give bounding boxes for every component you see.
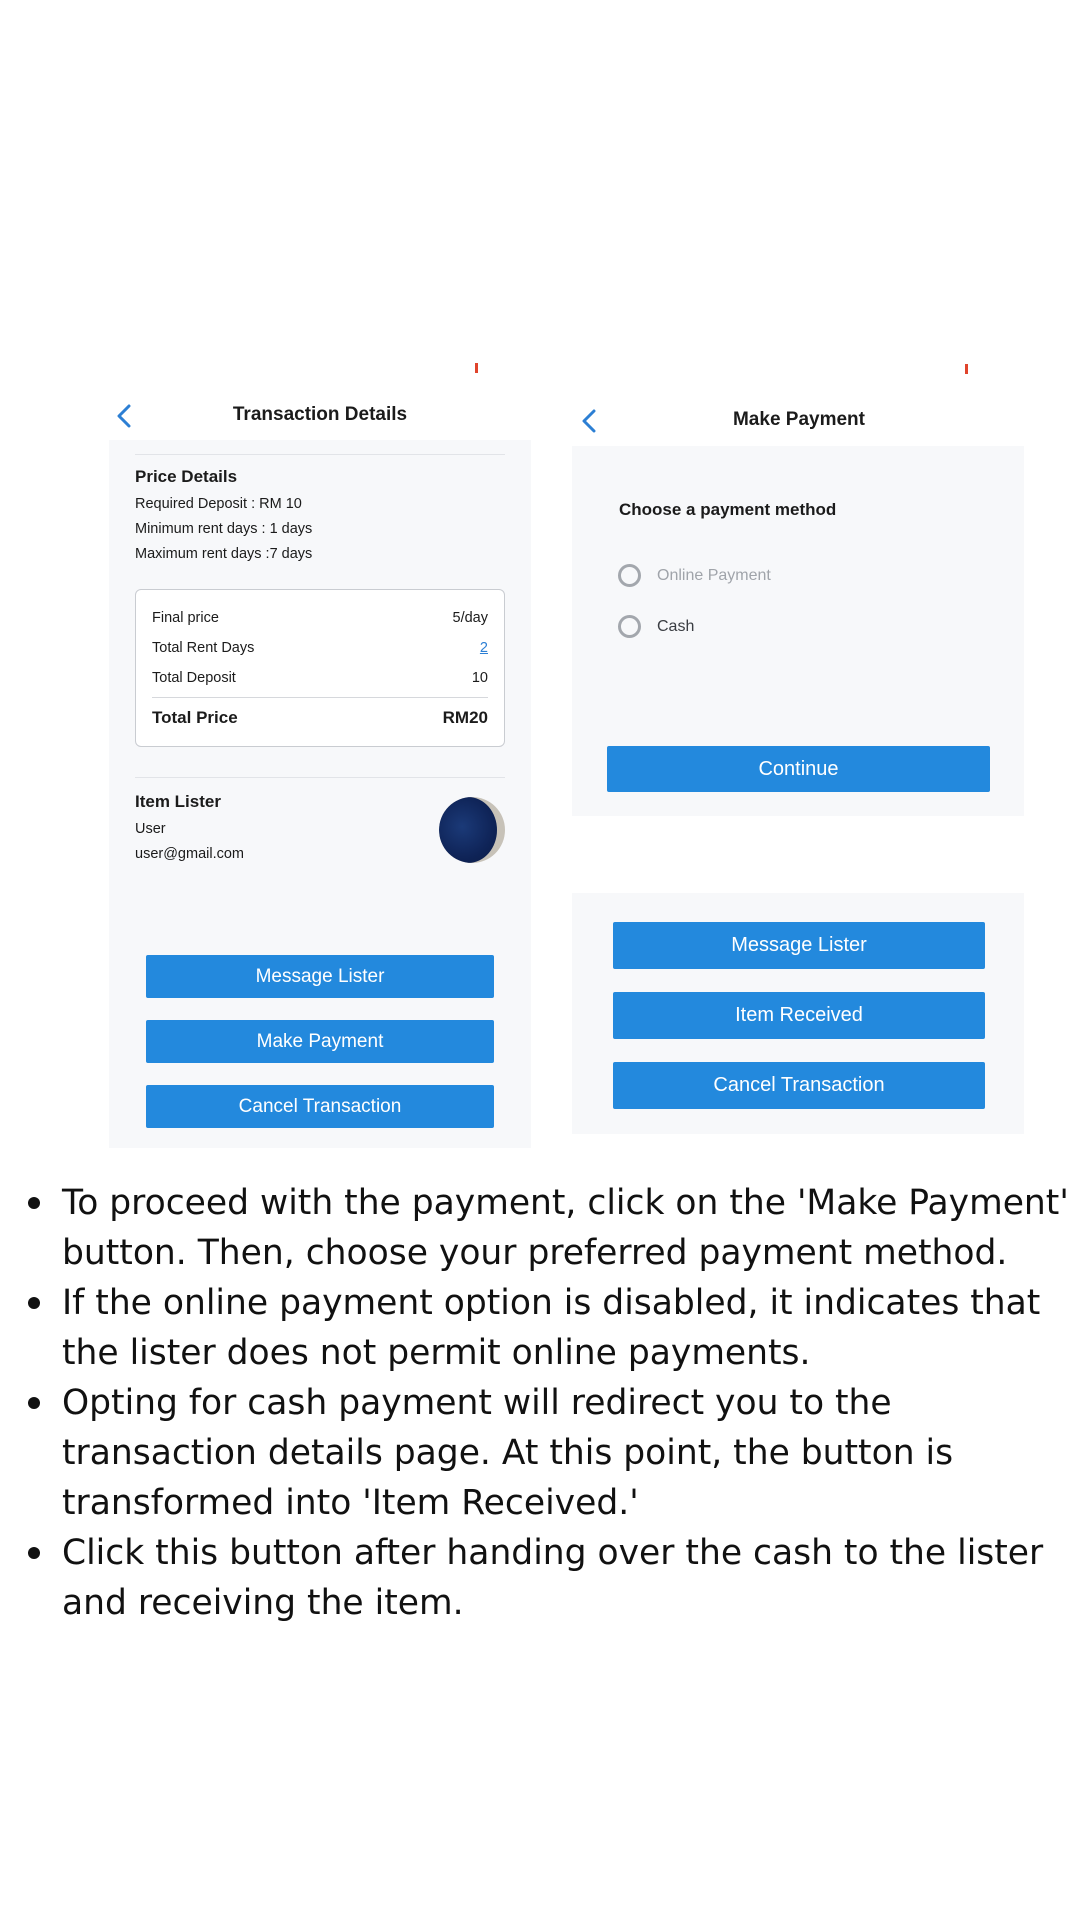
lister-email: user@gmail.com	[135, 846, 244, 862]
avatar-image	[439, 797, 497, 863]
chevron-left-icon	[117, 404, 131, 428]
online-payment-option[interactable]: Online Payment	[618, 564, 771, 587]
bullet-icon	[28, 1397, 40, 1409]
required-deposit-text: Required Deposit : RM 10	[135, 496, 302, 512]
item-received-button[interactable]: Item Received	[613, 992, 985, 1039]
price-details-heading: Price Details	[135, 467, 238, 486]
total-deposit-value: 10	[471, 670, 488, 686]
cancel-transaction-button[interactable]: Cancel Transaction	[146, 1085, 494, 1128]
total-deposit-row: Total Deposit 10	[152, 670, 488, 686]
online-payment-label: Online Payment	[657, 566, 771, 584]
continue-button[interactable]: Continue	[607, 746, 990, 792]
total-price-value: RM20	[442, 708, 488, 727]
instruction-item: If the online payment option is disabled…	[28, 1278, 1078, 1378]
total-rent-days-label: Total Rent Days	[152, 640, 255, 656]
top-divider	[135, 454, 505, 455]
page-title: Transaction Details	[232, 404, 408, 425]
status-indicator-right	[965, 364, 968, 374]
price-box-divider	[152, 697, 488, 698]
radio-unchecked-icon[interactable]	[618, 564, 641, 587]
instructions-list: To proceed with the payment, click on th…	[28, 1178, 1078, 1628]
instruction-text: Click this button after handing over the…	[62, 1533, 1044, 1623]
status-indicator-left	[475, 363, 478, 373]
total-price-row: Total Price RM20	[152, 708, 488, 728]
item-lister-heading: Item Lister	[135, 792, 221, 811]
chevron-left-icon	[582, 409, 596, 433]
instruction-text: Opting for cash payment will redirect yo…	[62, 1383, 954, 1523]
cash-label: Cash	[657, 617, 695, 635]
page-title: Make Payment	[732, 409, 865, 430]
bullet-icon	[28, 1547, 40, 1559]
price-summary-box: Final price 5/day Total Rent Days 2 Tota…	[135, 589, 505, 747]
instruction-item: To proceed with the payment, click on th…	[28, 1178, 1078, 1278]
make-payment-button[interactable]: Make Payment	[146, 1020, 494, 1063]
min-rent-days-text: Minimum rent days : 1 days	[135, 521, 313, 537]
total-rent-days-row: Total Rent Days 2	[152, 640, 488, 656]
instruction-item: Opting for cash payment will redirect yo…	[28, 1378, 1078, 1528]
bullet-icon	[28, 1297, 40, 1309]
instruction-item: Click this button after handing over the…	[28, 1528, 1078, 1628]
message-lister-button[interactable]: Message Lister	[146, 955, 494, 998]
instruction-text: If the online payment option is disabled…	[62, 1283, 1041, 1373]
payment-method-prompt: Choose a payment method	[619, 500, 837, 519]
max-rent-days-text: Maximum rent days :7 days	[135, 546, 313, 562]
radio-unchecked-icon[interactable]	[618, 615, 641, 638]
total-price-label: Total Price	[152, 708, 238, 727]
back-button[interactable]	[110, 400, 138, 432]
final-price-label: Final price	[152, 610, 219, 626]
lister-name: User	[135, 821, 166, 837]
back-button[interactable]	[575, 405, 603, 437]
instruction-text: To proceed with the payment, click on th…	[62, 1183, 1069, 1273]
cancel-transaction-button[interactable]: Cancel Transaction	[613, 1062, 985, 1109]
bullet-icon	[28, 1197, 40, 1209]
message-lister-button[interactable]: Message Lister	[613, 922, 985, 969]
lister-divider	[135, 777, 505, 778]
final-price-value: 5/day	[452, 610, 488, 626]
cash-option[interactable]: Cash	[618, 615, 694, 638]
avatar[interactable]	[439, 797, 505, 863]
final-price-row: Final price 5/day	[152, 610, 488, 626]
total-rent-days-link[interactable]: 2	[480, 640, 488, 656]
total-deposit-label: Total Deposit	[152, 670, 236, 686]
